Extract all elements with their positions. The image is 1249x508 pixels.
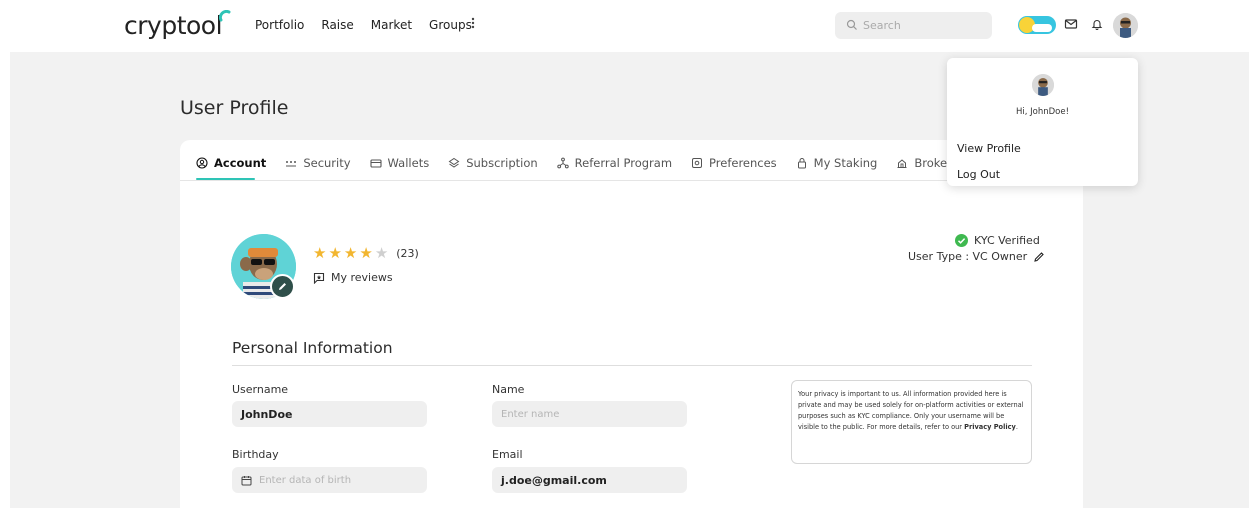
section-divider bbox=[232, 365, 1032, 366]
top-navbar: cryptool Portfolio Raise Market Groups bbox=[0, 0, 1249, 52]
broker-icon bbox=[897, 159, 907, 168]
review-icon bbox=[313, 272, 325, 284]
lock-icon bbox=[797, 158, 806, 169]
username-value: JohnDoe bbox=[241, 407, 293, 421]
nav-link-market[interactable]: Market bbox=[371, 18, 412, 32]
name-field[interactable]: Enter name bbox=[492, 401, 687, 427]
search-box[interactable] bbox=[835, 12, 992, 39]
user-type-label: User Type : VC Owner bbox=[908, 250, 1028, 263]
tab-label: Account bbox=[214, 156, 267, 170]
bell-icon[interactable] bbox=[1090, 17, 1104, 31]
ape-avatar-icon bbox=[1032, 74, 1054, 96]
section-title: Personal Information bbox=[232, 339, 393, 357]
tab-security[interactable]: Security bbox=[285, 156, 351, 170]
theme-toggle[interactable] bbox=[1018, 16, 1056, 34]
tab-label: Subscription bbox=[466, 156, 538, 170]
kyc-status: KYC Verified bbox=[955, 234, 1040, 247]
tab-label: Referral Program bbox=[574, 156, 673, 170]
check-circle-icon bbox=[955, 234, 968, 247]
profile-tabs: Account Security Wallets Subscription Re… bbox=[196, 156, 1022, 170]
tab-label: Preferences bbox=[709, 156, 777, 170]
edit-avatar-button[interactable] bbox=[270, 274, 295, 299]
ape-avatar-icon bbox=[1113, 13, 1138, 38]
privacy-end: . bbox=[1015, 423, 1018, 431]
nav-link-raise[interactable]: Raise bbox=[321, 18, 353, 32]
main-nav: Portfolio Raise Market Groups bbox=[255, 18, 489, 32]
password-icon bbox=[286, 161, 297, 167]
mail-icon[interactable] bbox=[1064, 17, 1078, 31]
tab-wallets[interactable]: Wallets bbox=[369, 156, 430, 170]
calendar-icon bbox=[241, 475, 252, 485]
username-label: Username bbox=[232, 383, 289, 396]
email-value: j.doe@gmail.com bbox=[501, 473, 607, 487]
brand-logo[interactable]: cryptool bbox=[124, 11, 223, 40]
birthday-field[interactable]: Enter data of birth bbox=[232, 467, 427, 493]
tab-account[interactable]: Account bbox=[196, 156, 266, 170]
birthday-placeholder: Enter data of birth bbox=[259, 474, 352, 486]
user-circle-icon bbox=[196, 157, 208, 169]
email-label: Email bbox=[492, 448, 523, 461]
cloud-icon bbox=[1032, 24, 1052, 32]
settings-square-icon bbox=[692, 158, 703, 168]
kebab-icon[interactable] bbox=[470, 16, 476, 30]
pencil-icon bbox=[279, 283, 286, 290]
privacy-policy-link[interactable]: Privacy Policy bbox=[964, 423, 1016, 431]
rating-count: (23) bbox=[396, 247, 419, 260]
wallet-icon bbox=[369, 159, 382, 168]
rating-stars: ★ ★ ★ ★ ★ (23) bbox=[313, 246, 419, 261]
nav-link-portfolio[interactable]: Portfolio bbox=[255, 18, 304, 32]
search-icon bbox=[846, 19, 857, 30]
view-profile-item[interactable]: View Profile bbox=[957, 142, 1021, 155]
tab-referral-program[interactable]: Referral Program bbox=[556, 156, 673, 170]
network-icon bbox=[556, 157, 569, 169]
nav-link-groups[interactable]: Groups bbox=[429, 18, 472, 32]
tab-my-staking[interactable]: My Staking bbox=[796, 156, 878, 170]
log-out-item[interactable]: Log Out bbox=[957, 168, 1000, 181]
name-placeholder: Enter name bbox=[501, 408, 560, 420]
name-label: Name bbox=[492, 383, 525, 396]
logo-mark-icon bbox=[219, 10, 231, 22]
tab-preferences[interactable]: Preferences bbox=[691, 156, 777, 170]
dropdown-avatar bbox=[1032, 74, 1054, 96]
username-field[interactable]: JohnDoe bbox=[232, 401, 427, 427]
dropdown-greeting: Hi, JohnDoe! bbox=[1015, 107, 1070, 117]
reviews-label: My reviews bbox=[331, 271, 393, 284]
star-icon: ★ bbox=[313, 244, 327, 262]
tab-subscription[interactable]: Subscription bbox=[448, 156, 538, 170]
star-icon: ★ bbox=[343, 244, 358, 262]
layers-icon bbox=[448, 157, 460, 168]
email-field[interactable]: j.doe@gmail.com bbox=[492, 467, 687, 493]
edit-user-type-icon[interactable] bbox=[1033, 251, 1045, 263]
tab-label: My Staking bbox=[813, 156, 878, 170]
avatar[interactable] bbox=[1113, 13, 1138, 38]
star-empty-icon: ★ bbox=[374, 244, 389, 262]
star-icon: ★ bbox=[328, 244, 342, 262]
page-title: User Profile bbox=[180, 97, 289, 119]
tab-label: Security bbox=[303, 156, 351, 170]
my-reviews-link[interactable]: My reviews bbox=[313, 271, 393, 284]
user-type: User Type : VC Owner bbox=[908, 250, 1045, 263]
privacy-notice: Your privacy is important to us. All inf… bbox=[791, 380, 1032, 464]
kyc-label: KYC Verified bbox=[974, 234, 1040, 247]
star-icon: ★ bbox=[359, 244, 373, 262]
tab-label: Wallets bbox=[387, 156, 430, 170]
search-input[interactable] bbox=[863, 16, 983, 35]
birthday-label: Birthday bbox=[232, 448, 279, 461]
